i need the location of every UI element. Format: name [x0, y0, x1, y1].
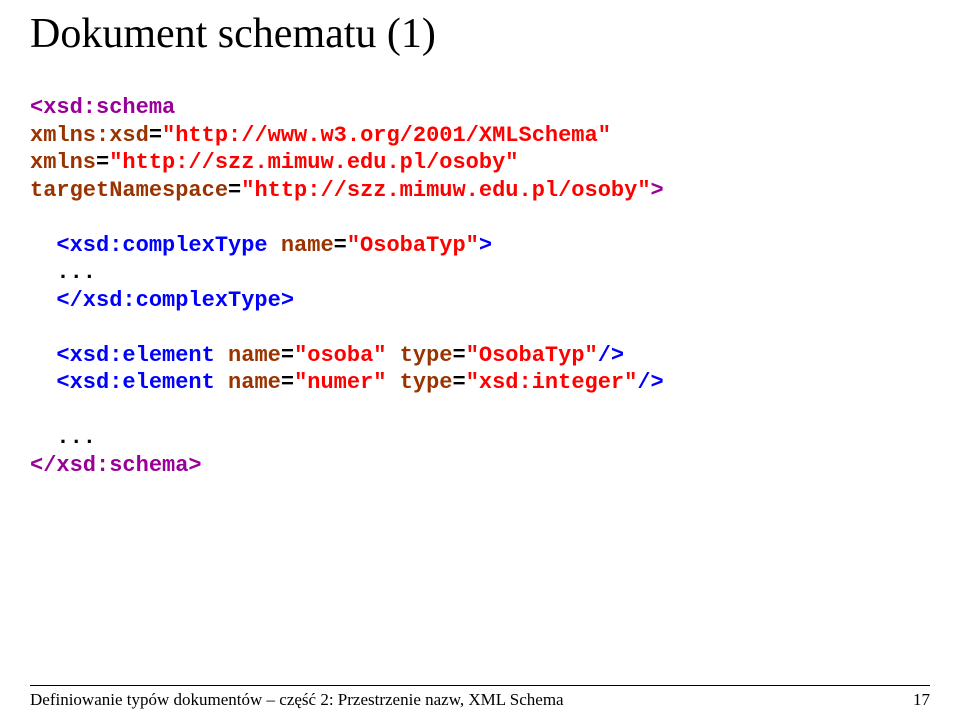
- slide-title: Dokument schematu (1): [30, 10, 930, 58]
- code-tag: >: [651, 178, 664, 203]
- page-number: 17: [913, 690, 930, 710]
- code-tag: />: [637, 370, 663, 395]
- code-block: <xsd:schema xmlns:xsd="http://www.w3.org…: [30, 94, 930, 479]
- footer-text: Definiowanie typów dokumentów – część 2:…: [30, 690, 564, 710]
- code-attr: name: [228, 343, 281, 368]
- code-attr: name: [228, 370, 281, 395]
- code-sp: [386, 370, 399, 395]
- footer: Definiowanie typów dokumentów – część 2:…: [30, 690, 930, 710]
- code-tag: </xsd:schema>: [30, 453, 202, 478]
- code-tag: <xsd:element: [30, 343, 228, 368]
- code-val: "http://www.w3.org/2001/XMLSchema": [162, 123, 611, 148]
- code-val: "http://szz.mimuw.edu.pl/osoby": [109, 150, 518, 175]
- code-val: "OsobaTyp": [466, 343, 598, 368]
- code-attr: type: [400, 343, 453, 368]
- code-val: "osoba": [294, 343, 386, 368]
- code-attr: xmlns:xsd: [30, 123, 149, 148]
- code-eq: =: [228, 178, 241, 203]
- footer-divider: [30, 685, 930, 686]
- code-val: "http://szz.mimuw.edu.pl/osoby": [241, 178, 650, 203]
- code-tag: />: [598, 343, 624, 368]
- code-attr: name: [281, 233, 334, 258]
- code-eq: =: [334, 233, 347, 258]
- code-sp: [386, 343, 399, 368]
- code-ellipsis: ...: [30, 425, 96, 450]
- code-val: "OsobaTyp": [347, 233, 479, 258]
- code-tag: >: [479, 233, 492, 258]
- slide-container: Dokument schematu (1) <xsd:schema xmlns:…: [0, 0, 960, 724]
- code-tag: <xsd:schema: [30, 95, 175, 120]
- code-eq: =: [96, 150, 109, 175]
- code-attr: type: [400, 370, 453, 395]
- code-tag: <xsd:element: [30, 370, 228, 395]
- code-eq: =: [281, 343, 294, 368]
- code-eq: =: [149, 123, 162, 148]
- code-attr: targetNamespace: [30, 178, 228, 203]
- code-eq: =: [453, 370, 466, 395]
- code-ellipsis: ...: [30, 260, 96, 285]
- code-attr: xmlns: [30, 150, 96, 175]
- code-tag: </xsd:complexType>: [30, 288, 294, 313]
- code-tag: <xsd:complexType: [30, 233, 281, 258]
- code-eq: =: [453, 343, 466, 368]
- code-eq: =: [281, 370, 294, 395]
- code-val: "xsd:integer": [466, 370, 638, 395]
- code-val: "numer": [294, 370, 386, 395]
